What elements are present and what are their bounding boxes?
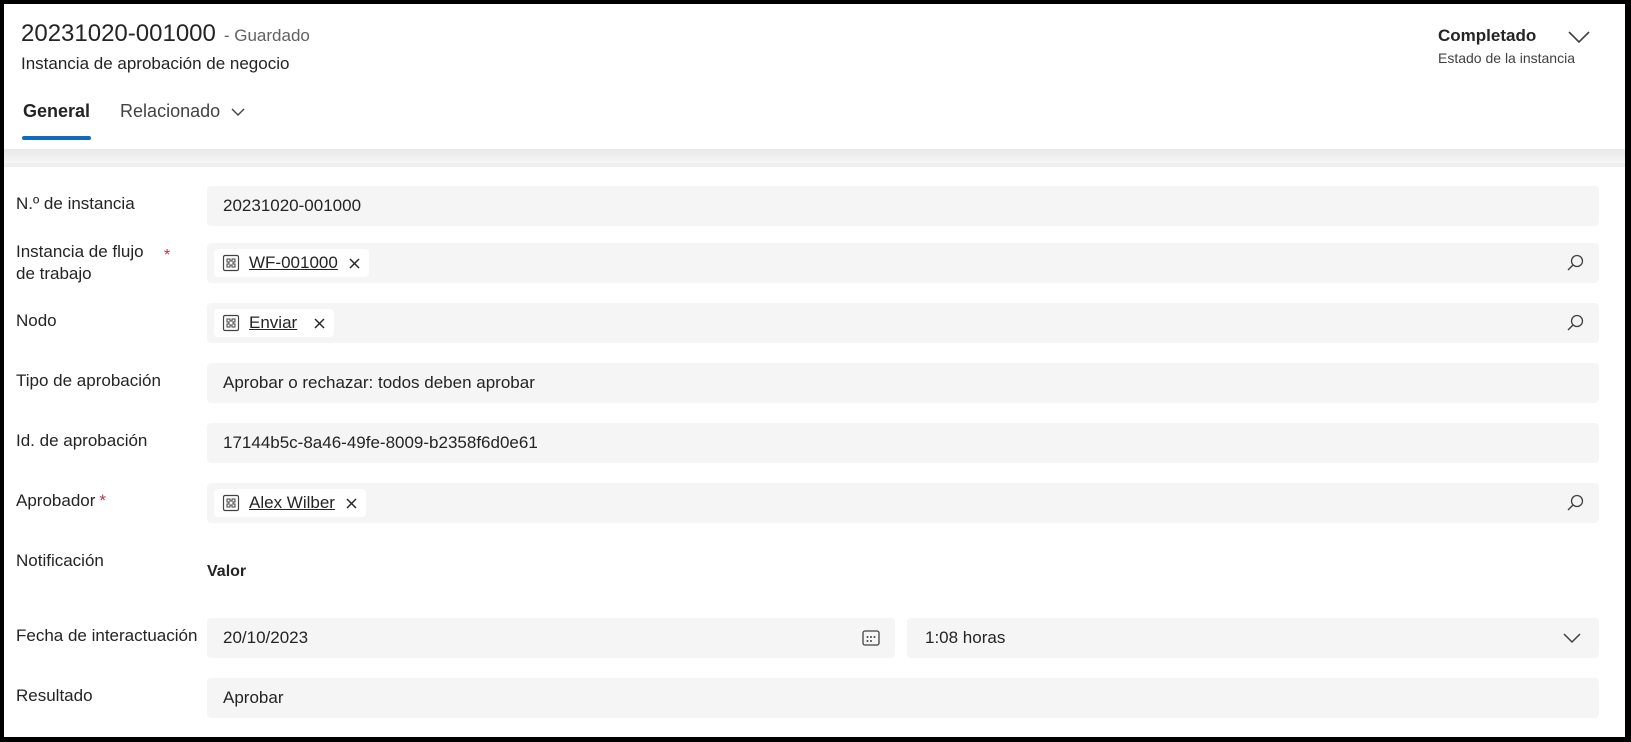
tab-general-label: General — [23, 101, 91, 121]
record-header: 20231020-001000 - Guardado Instancia de … — [4, 4, 1625, 149]
section-divider — [4, 163, 1625, 167]
approval-type-label: Tipo de aprobación — [16, 371, 161, 390]
approval-id-value: 17144b5c-8a46-49fe-8009-b2358f6d0e61 — [223, 433, 538, 452]
approval-id-label: Id. de aprobación — [16, 431, 148, 450]
lookup-tag: WF-001000 — [214, 249, 369, 277]
workflow-instance-label-line1: Instancia de flujo — [16, 242, 144, 261]
header-divider — [4, 149, 1625, 163]
required-indicator: * — [164, 247, 171, 264]
workflow-instance-label: Instancia de flujo de trabajo — [16, 241, 144, 285]
record-title: 20231020-001000 — [21, 20, 216, 47]
instance-status-value: Completado — [1438, 26, 1537, 45]
approval-id-field[interactable]: 17144b5c-8a46-49fe-8009-b2358f6d0e61 — [207, 423, 1599, 463]
lookup-tag: Alex Wilber — [214, 489, 366, 517]
chevron-down-icon[interactable] — [1568, 30, 1590, 44]
approval-type-field[interactable]: Aprobar o rechazar: todos deben aprobar — [207, 363, 1599, 403]
node-link[interactable]: Enviar — [249, 313, 297, 333]
notification-label: Notificación — [16, 551, 104, 570]
instance-number-field[interactable]: 20231020-001000 — [207, 186, 1599, 226]
approver-link[interactable]: Alex Wilber — [249, 493, 335, 513]
interaction-date-label: Fecha de interactuación — [16, 626, 198, 645]
interaction-date-input[interactable]: 20/10/2023 — [207, 618, 895, 658]
title-row: 20231020-001000 - Guardado — [21, 20, 310, 48]
notification-value-header: Valor — [207, 563, 247, 580]
instance-status-label: Estado de la instancia — [1438, 50, 1575, 66]
tab-related-label: Relacionado — [120, 101, 221, 121]
search-icon[interactable] — [1565, 493, 1585, 513]
result-value: Aprobar — [223, 688, 284, 707]
node-label: Nodo — [16, 311, 57, 330]
instance-number-value: 20231020-001000 — [223, 196, 362, 215]
result-label: Resultado — [16, 686, 93, 705]
workflow-instance-label-line2: de trabajo — [16, 264, 92, 283]
approver-label-text: Aprobador — [16, 491, 96, 510]
node-lookup[interactable]: Enviar — [207, 303, 1599, 343]
search-icon[interactable] — [1565, 253, 1585, 273]
approval-type-value: Aprobar o rechazar: todos deben aprobar — [223, 373, 535, 392]
instance-number-label: N.º de instancia — [16, 194, 135, 213]
approver-label: Aprobador * — [16, 490, 106, 512]
required-indicator: * — [99, 491, 107, 510]
close-icon[interactable] — [313, 317, 326, 330]
close-icon[interactable] — [348, 257, 361, 270]
entity-icon — [222, 254, 240, 272]
chevron-down-icon — [231, 108, 245, 116]
approver-lookup[interactable]: Alex Wilber — [207, 483, 1599, 523]
interaction-time-select[interactable]: 1:08 horas — [907, 618, 1599, 658]
entity-icon — [222, 314, 240, 332]
calendar-icon[interactable] — [861, 628, 881, 648]
tab-related[interactable]: Relacionado — [118, 101, 247, 122]
workflow-instance-lookup[interactable]: WF-001000 — [207, 243, 1599, 283]
result-field[interactable]: Aprobar — [207, 678, 1599, 718]
entity-icon — [222, 494, 240, 512]
instance-status[interactable]: Completado Estado de la instancia — [1438, 26, 1575, 66]
tab-general[interactable]: General — [21, 101, 92, 140]
save-status: - Guardado — [223, 26, 310, 45]
chevron-down-icon — [1563, 633, 1581, 644]
search-icon[interactable] — [1565, 313, 1585, 333]
workflow-instance-link[interactable]: WF-001000 — [249, 253, 338, 273]
interaction-time-value: 1:08 horas — [925, 628, 1006, 647]
entity-name: Instancia de aprobación de negocio — [21, 54, 290, 73]
record-form-window: 20231020-001000 - Guardado Instancia de … — [4, 4, 1625, 737]
close-icon[interactable] — [345, 497, 358, 510]
tab-list: General Relacionado — [21, 101, 273, 140]
interaction-date-value: 20/10/2023 — [223, 628, 309, 647]
lookup-tag: Enviar — [214, 309, 335, 337]
